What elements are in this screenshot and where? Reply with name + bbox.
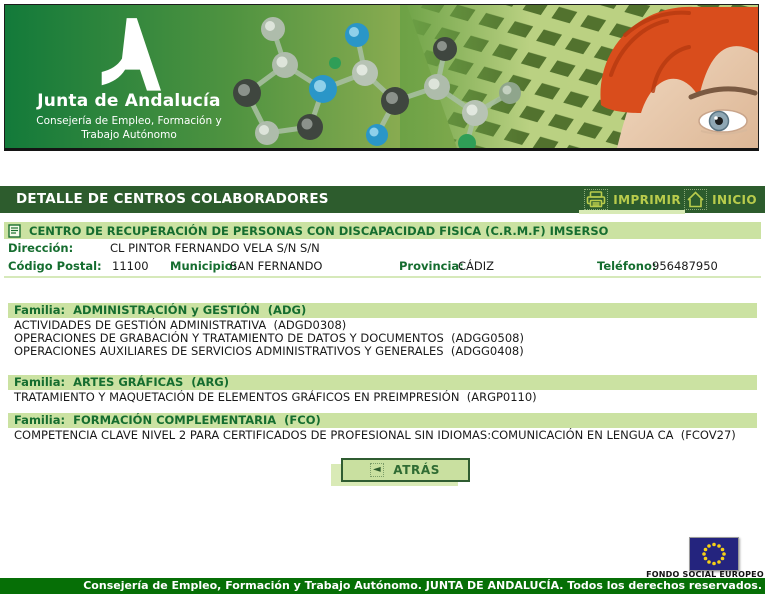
print-underline [579, 210, 685, 214]
print-button[interactable]: IMPRIMIR [585, 186, 681, 213]
page: Junta de Andalucía Consejería de Empleo,… [0, 0, 765, 597]
print-button-label: IMPRIMIR [613, 193, 681, 207]
back-button[interactable]: ◄ ATRÁS [341, 458, 470, 482]
province-label: Provincia: [399, 259, 464, 273]
footer-copyright: Consejería de Empleo, Formación y Trabaj… [83, 579, 762, 592]
postal-value: 11100 [112, 259, 149, 273]
dept-line2: Trabajo Autónomo [27, 128, 231, 142]
org-name: Junta de Andalucía [27, 91, 231, 111]
document-icon [8, 224, 21, 238]
course-item: TRATAMIENTO Y MAQUETACIÓN DE ELEMENTOS G… [14, 391, 537, 404]
postal-label: Código Postal: [8, 259, 102, 273]
province-value: CÁDIZ [458, 259, 494, 273]
title-bar: DETALLE DE CENTROS COLABORADORES IMPRIMI… [0, 186, 765, 213]
home-icon [685, 190, 706, 209]
address-value: CL PINTOR FERNANDO VELA S/N S/N [110, 241, 320, 255]
phone-value: 956487950 [652, 259, 718, 273]
page-title: DETALLE DE CENTROS COLABORADORES [16, 186, 329, 213]
home-button-label: INICIO [712, 193, 757, 207]
center-name-band: CENTRO DE RECUPERACIÓN DE PERSONAS CON D… [4, 222, 761, 239]
phone-label: Teléfono: [597, 259, 656, 273]
address-label: Dirección: [8, 241, 73, 255]
center-name: CENTRO DE RECUPERACIÓN DE PERSONAS CON D… [29, 224, 608, 238]
junta-logo-a-icon [90, 15, 168, 93]
eu-flag [689, 537, 739, 571]
family-band-fco: Familia: FORMACIÓN COMPLEMENTARIA (FCO) [8, 413, 757, 428]
section-divider [4, 276, 761, 278]
municipality-value: SAN FERNANDO [230, 259, 323, 273]
family-band-arg: Familia: ARTES GRÁFICAS (ARG) [8, 375, 757, 390]
home-button[interactable]: INICIO [685, 186, 757, 213]
footer-bar: Consejería de Empleo, Formación y Trabaj… [0, 578, 765, 594]
municipality-label: Municipio: [170, 259, 237, 273]
back-button-label: ATRÁS [393, 463, 440, 477]
junta-logo: Junta de Andalucía Consejería de Empleo,… [27, 15, 231, 142]
header-banner: Junta de Andalucía Consejería de Empleo,… [4, 4, 759, 151]
back-arrow-icon: ◄ [371, 464, 383, 476]
family-band-adg: Familia: ADMINISTRACIÓN y GESTIÓN (ADG) [8, 303, 757, 318]
dept-line1: Consejería de Empleo, Formación y [27, 114, 231, 128]
course-item: OPERACIONES AUXILIARES DE SERVICIOS ADMI… [14, 345, 524, 358]
printer-icon [585, 190, 607, 209]
course-item: COMPETENCIA CLAVE NIVEL 2 PARA CERTIFICA… [14, 429, 736, 442]
